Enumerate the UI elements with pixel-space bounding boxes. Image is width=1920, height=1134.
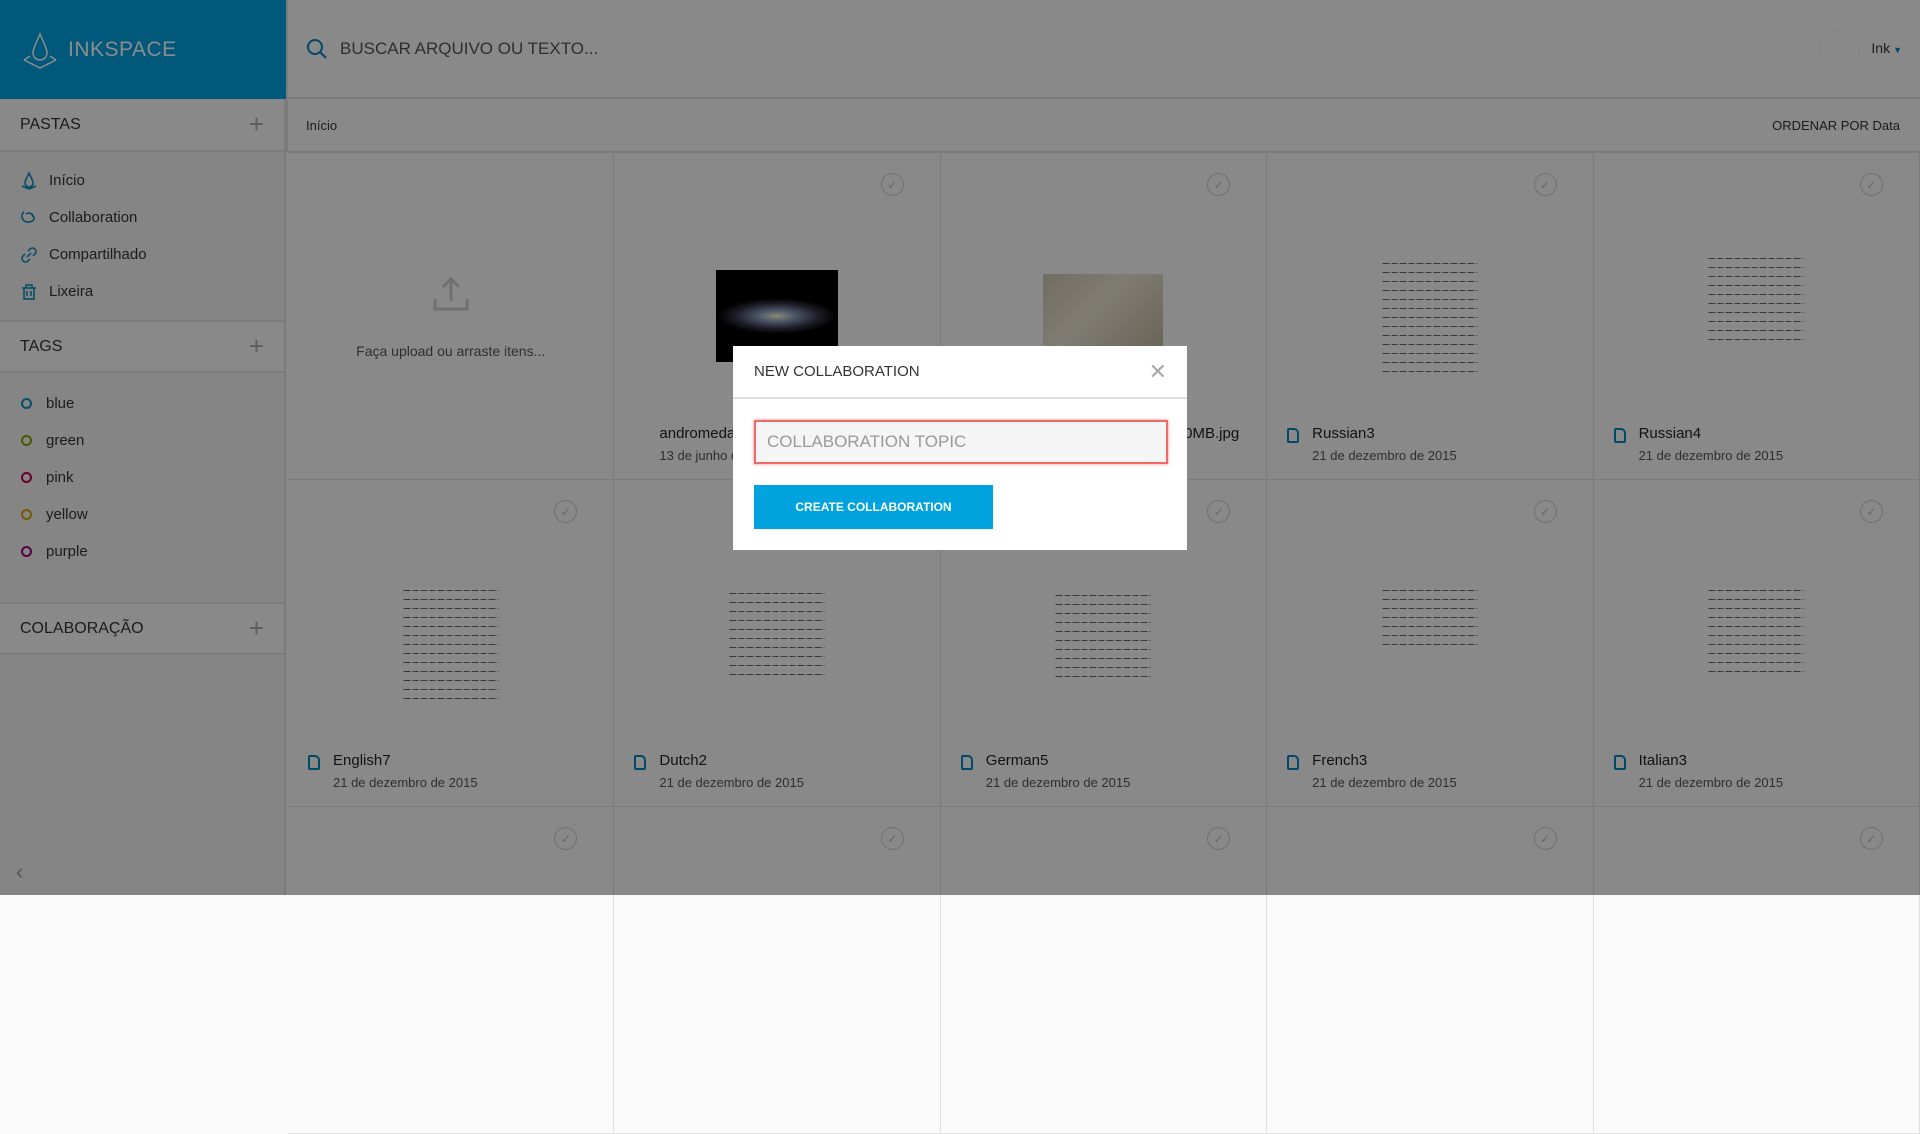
modal-title: NEW COLLABORATION — [754, 363, 920, 380]
create-collaboration-button[interactable]: CREATE COLLABORATION — [754, 485, 993, 529]
modal-header: NEW COLLABORATION ✕ — [733, 346, 1187, 399]
close-icon[interactable]: ✕ — [1149, 359, 1167, 385]
collaboration-topic-input[interactable] — [754, 420, 1168, 464]
new-collaboration-modal: NEW COLLABORATION ✕ CREATE COLLABORATION — [733, 346, 1187, 550]
